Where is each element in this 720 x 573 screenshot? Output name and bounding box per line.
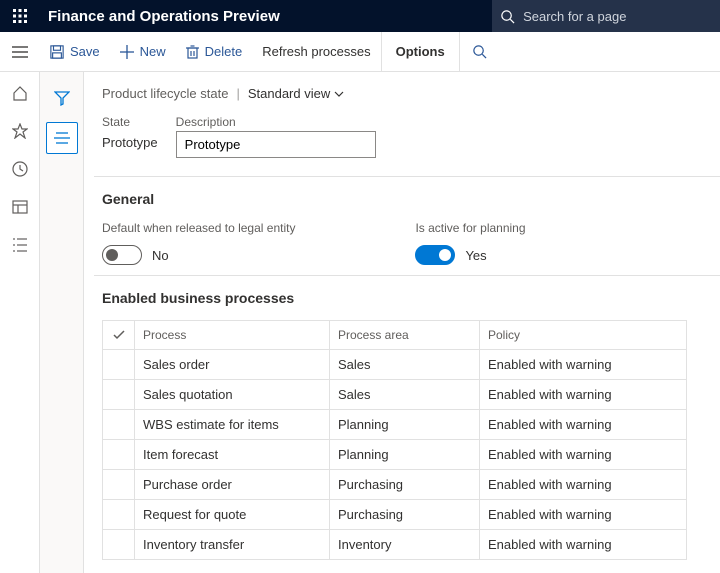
search-icon [492,9,523,24]
page-title: Product lifecycle state [102,86,228,101]
nav-toggle-icon[interactable] [0,32,40,72]
cell-policy: Enabled with warning [480,470,686,499]
state-field: State Prototype [102,115,158,158]
breadcrumb: Product lifecycle state | Standard view [94,86,720,101]
cell-policy: Enabled with warning [480,350,686,379]
new-button[interactable]: New [110,32,176,72]
cell-area: Inventory [330,530,480,559]
modules-icon[interactable] [11,236,29,254]
home-icon[interactable] [11,84,29,102]
cell-policy: Enabled with warning [480,410,686,439]
row-selector[interactable] [103,530,135,559]
cell-process: Item forecast [135,440,330,469]
delete-button[interactable]: Delete [176,32,253,72]
app-title: Finance and Operations Preview [40,8,492,25]
general-heading: General [102,191,712,207]
active-planning-label: Is active for planning [415,221,525,235]
view-label: Standard view [248,86,330,101]
refresh-label: Refresh processes [262,44,370,59]
cell-area: Purchasing [330,500,480,529]
select-all-icon[interactable] [103,321,135,349]
row-selector[interactable] [103,380,135,409]
table-row[interactable]: Purchase orderPurchasingEnabled with war… [103,470,686,500]
find-icon[interactable] [460,44,500,59]
cell-area: Planning [330,440,480,469]
grid-header: Process Process area Policy [103,321,686,350]
cell-process: Sales quotation [135,380,330,409]
default-released-label: Default when released to legal entity [102,221,295,235]
chevron-down-icon [334,91,344,97]
view-selector[interactable]: Standard view [248,86,344,101]
side-pane [40,72,84,573]
top-bar: Finance and Operations Preview [0,0,720,32]
header-fields: State Prototype Description [94,101,720,176]
row-selector[interactable] [103,470,135,499]
recent-icon[interactable] [11,160,29,178]
col-area[interactable]: Process area [330,321,480,349]
state-label: State [102,115,158,129]
description-field: Description [176,115,376,158]
row-selector[interactable] [103,410,135,439]
row-selector[interactable] [103,350,135,379]
plus-icon [120,45,134,59]
cell-process: Request for quote [135,500,330,529]
cell-process: Sales order [135,350,330,379]
table-row[interactable]: Request for quotePurchasingEnabled with … [103,500,686,530]
active-planning-toggle[interactable] [415,245,455,265]
table-row[interactable]: Sales quotationSalesEnabled with warning [103,380,686,410]
command-bar: Save New Delete Refresh processes Option… [0,32,720,72]
cell-policy: Enabled with warning [480,440,686,469]
main-content: Product lifecycle state | Standard view … [84,72,720,573]
delete-label: Delete [205,44,243,59]
cell-area: Sales [330,350,480,379]
refresh-button[interactable]: Refresh processes [252,32,380,72]
col-policy[interactable]: Policy [480,321,686,349]
row-selector[interactable] [103,500,135,529]
active-planning-value: Yes [465,248,486,263]
cell-policy: Enabled with warning [480,500,686,529]
cell-process: Inventory transfer [135,530,330,559]
options-label: Options [396,44,445,59]
cell-area: Sales [330,380,480,409]
list-view-icon[interactable] [46,122,78,154]
processes-section: Enabled business processes Process Proce… [94,275,720,570]
trash-icon [186,45,199,59]
save-button[interactable]: Save [40,32,110,72]
default-released-toggle[interactable] [102,245,142,265]
left-nav [0,72,40,573]
filter-icon[interactable] [46,82,78,114]
star-icon[interactable] [11,122,29,140]
cell-process: WBS estimate for items [135,410,330,439]
description-input[interactable] [176,131,376,158]
active-planning-field: Is active for planning Yes [415,221,525,265]
general-section: General Default when released to legal e… [94,176,720,275]
cell-process: Purchase order [135,470,330,499]
new-label: New [140,44,166,59]
search-input[interactable] [523,9,720,24]
save-label: Save [70,44,100,59]
cell-policy: Enabled with warning [480,530,686,559]
cell-policy: Enabled with warning [480,380,686,409]
processes-grid: Process Process area Policy Sales orderS… [102,320,687,560]
default-released-field: Default when released to legal entity No [102,221,295,265]
breadcrumb-separator: | [236,86,239,101]
options-button[interactable]: Options [381,32,460,72]
save-icon [50,45,64,59]
workspaces-icon[interactable] [11,198,29,216]
global-search[interactable] [492,0,720,32]
table-row[interactable]: Item forecastPlanningEnabled with warnin… [103,440,686,470]
app-launcher-icon[interactable] [0,0,40,32]
table-row[interactable]: WBS estimate for itemsPlanningEnabled wi… [103,410,686,440]
cell-area: Planning [330,410,480,439]
col-process[interactable]: Process [135,321,330,349]
table-row[interactable]: Sales orderSalesEnabled with warning [103,350,686,380]
default-released-value: No [152,248,169,263]
table-row[interactable]: Inventory transferInventoryEnabled with … [103,530,686,559]
state-value[interactable]: Prototype [102,131,158,154]
cell-area: Purchasing [330,470,480,499]
processes-heading: Enabled business processes [102,290,712,306]
description-label: Description [176,115,376,129]
row-selector[interactable] [103,440,135,469]
